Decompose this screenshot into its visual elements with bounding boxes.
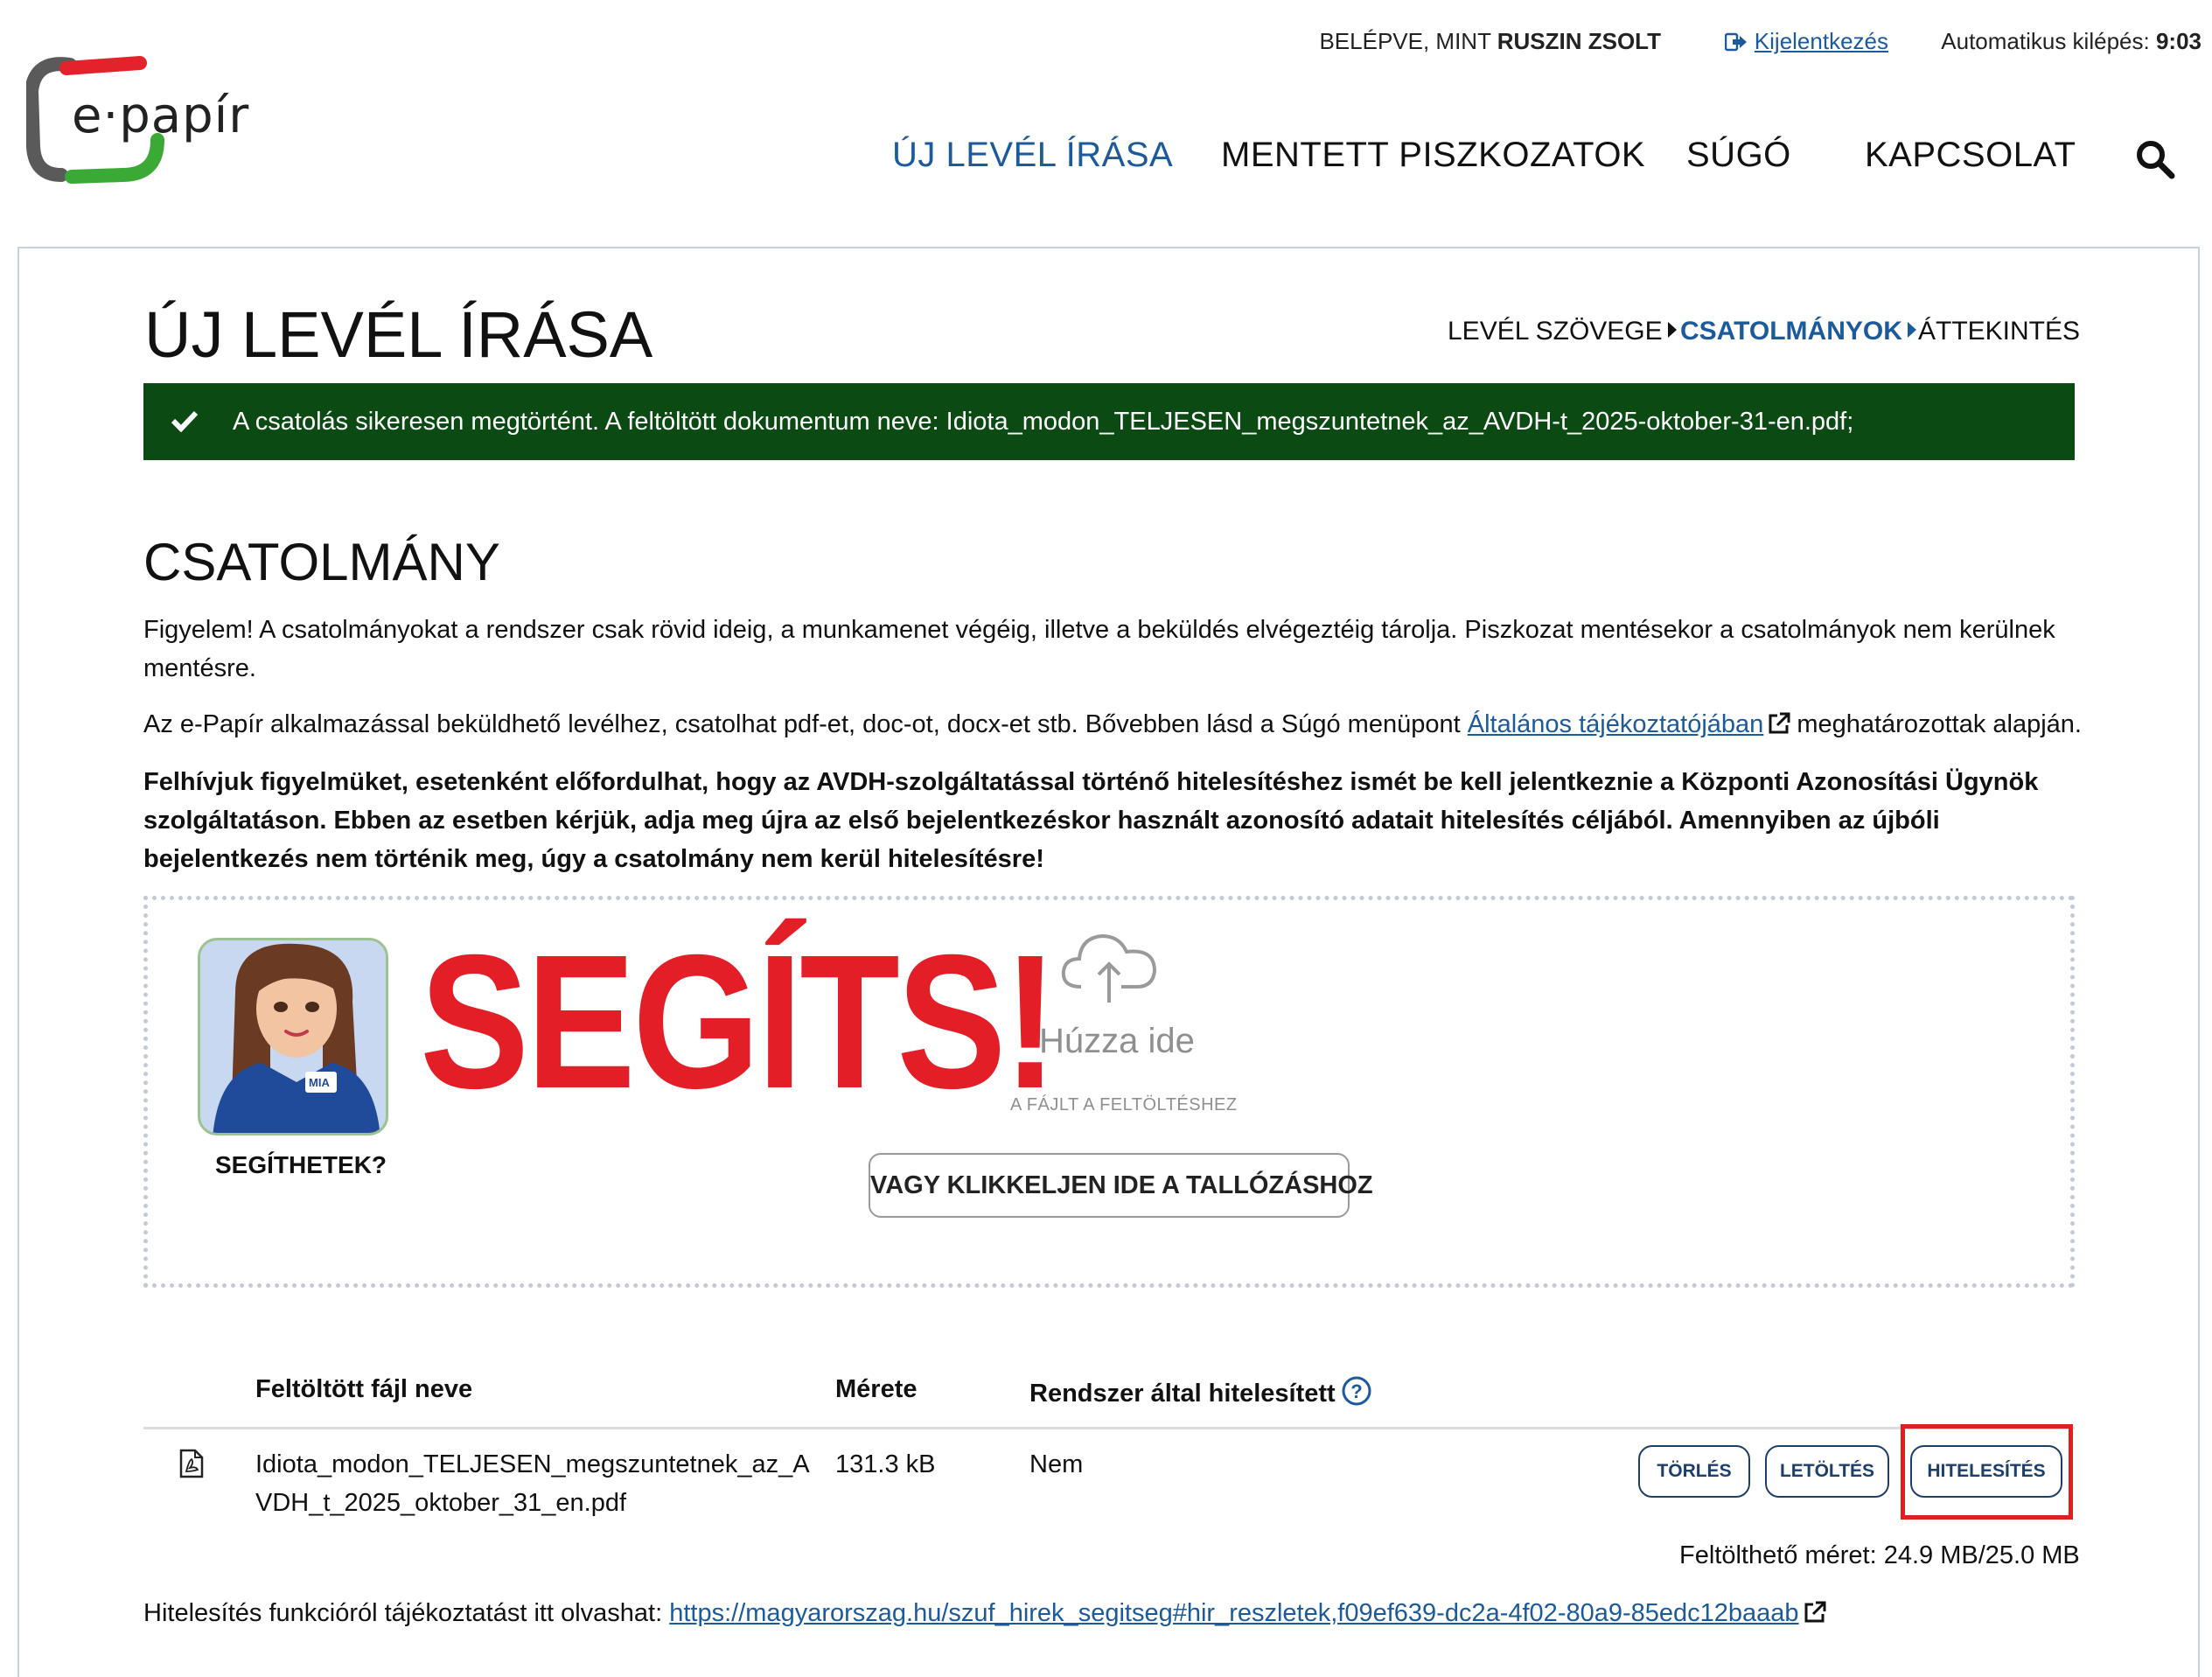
step-letter-text[interactable]: LEVÉL SZÖVEGE bbox=[1448, 317, 1677, 346]
auto-logout-timer: Automatikus kilépés: 9:03 bbox=[1941, 28, 2202, 55]
user-bar: BELÉPVE, MINT RUSZIN ZSOLT Kijelentkezés… bbox=[1162, 28, 2212, 63]
nav-saved-drafts[interactable]: MENTETT PISZKOZATOK bbox=[1221, 136, 1645, 175]
highlight-box bbox=[1901, 1424, 2073, 1520]
step-attachments[interactable]: CSATOLMÁNYOK bbox=[1680, 317, 1916, 346]
success-alert: A csatolás sikeresen megtörtént. A feltö… bbox=[143, 383, 2075, 460]
nav-help[interactable]: SÚGÓ bbox=[1686, 136, 1791, 175]
upload-size-value: 24.9 MB/25.0 MB bbox=[1883, 1541, 2080, 1569]
col-header-filename: Feltöltött fájl neve bbox=[255, 1375, 473, 1403]
success-alert-text: A csatolás sikeresen megtörtént. A feltö… bbox=[233, 408, 1854, 436]
step-arrow-icon bbox=[1907, 322, 1916, 338]
col-header-authenticated-label: Rendszer által hitelesített bbox=[1029, 1380, 1336, 1408]
help-icon[interactable]: ? bbox=[1341, 1375, 1372, 1407]
download-button[interactable]: LETÖLTÉS bbox=[1765, 1445, 1889, 1498]
col-header-authenticated: Rendszer által hitelesített? bbox=[1029, 1375, 1372, 1408]
section-title: CSATOLMÁNY bbox=[143, 533, 500, 591]
file-types-text-end: meghatározottak alapján. bbox=[1797, 710, 2082, 738]
file-types-text: Az e-Papír alkalmazással beküldhető levé… bbox=[143, 710, 1461, 738]
assistant-illustration: MIA bbox=[213, 943, 380, 1133]
nav-new-letter[interactable]: ÚJ LEVÉL ÍRÁSA bbox=[892, 136, 1173, 175]
file-authenticated: Nem bbox=[1029, 1450, 1084, 1478]
external-link-icon bbox=[1769, 712, 1790, 734]
epapir-logo[interactable]: e·papír bbox=[24, 52, 248, 192]
pdf-file-icon bbox=[179, 1449, 204, 1478]
badge-text: MIA bbox=[309, 1076, 330, 1089]
check-icon bbox=[171, 410, 198, 432]
auto-logout-label: Automatikus kilépés: bbox=[1941, 28, 2150, 54]
delete-button[interactable]: TÖRLÉS bbox=[1638, 1445, 1750, 1498]
general-info-link[interactable]: Általános tájékoztatójában bbox=[1468, 710, 1764, 738]
nav-contact[interactable]: KAPCSOLAT bbox=[1865, 136, 2076, 175]
logout-label[interactable]: Kijelentkezés bbox=[1755, 28, 1888, 54]
logged-in-prefix: BELÉPVE, MINT bbox=[1319, 28, 1491, 54]
file-name: Idiota_modon_TELJESEN_megszuntetnek_az_A… bbox=[255, 1450, 810, 1517]
logout-link[interactable]: Kijelentkezés bbox=[1724, 28, 1888, 55]
browse-button[interactable]: VAGY KLIKKELJEN IDE A TALLÓZÁSHOZ bbox=[869, 1153, 1373, 1218]
page-title: ÚJ LEVÉL ÍRÁSA bbox=[144, 298, 653, 371]
assistant-avatar: MIA bbox=[198, 938, 388, 1135]
drop-title: Húzza ide bbox=[1039, 1022, 1195, 1060]
auth-info-link[interactable]: https://magyarorszag.hu/szuf_hirek_segit… bbox=[669, 1599, 1798, 1627]
col-header-size: Mérete bbox=[835, 1375, 918, 1403]
auto-logout-value: 9:03 bbox=[2155, 28, 2202, 54]
file-size: 131.3 kB bbox=[835, 1450, 936, 1478]
file-types-notice: Az e-Papír alkalmazással beküldhető levé… bbox=[143, 705, 2085, 744]
search-icon[interactable] bbox=[2134, 138, 2176, 180]
external-link-icon bbox=[1804, 1601, 1826, 1623]
avdh-warning: Felhívjuk figyelmüket, esetenként előfor… bbox=[143, 768, 2039, 873]
svg-text:?: ? bbox=[1350, 1380, 1362, 1402]
logged-in-user: RUSZIN ZSOLT bbox=[1497, 28, 1661, 54]
cloud-upload-icon bbox=[1061, 933, 1157, 1003]
step-attachments-label: CSATOLMÁNYOK bbox=[1680, 317, 1902, 346]
storage-notice: Figyelem! A csatolmányokat a rendszer cs… bbox=[143, 616, 2055, 682]
upload-size-info: Feltölthető méret: 24.9 MB/25.0 MB bbox=[1679, 1541, 2080, 1570]
table-divider bbox=[143, 1427, 2075, 1429]
slogan: SEGÍTS! bbox=[420, 916, 1057, 1128]
auth-info-line: Hitelesítés funkcióról tájékoztatást itt… bbox=[143, 1599, 1832, 1628]
logged-in-info: BELÉPVE, MINT RUSZIN ZSOLT bbox=[1319, 28, 1661, 55]
step-review[interactable]: ÁTTEKINTÉS bbox=[1918, 317, 2080, 346]
auth-info-label: Hitelesítés funkcióról tájékoztatást itt… bbox=[143, 1599, 663, 1627]
assistant-caption: SEGÍTHETEK? bbox=[215, 1151, 387, 1178]
step-letter-text-label: LEVÉL SZÖVEGE bbox=[1448, 317, 1663, 346]
logo-text: e·papír bbox=[72, 87, 250, 144]
upload-size-label: Feltölthető méret: bbox=[1679, 1541, 1877, 1569]
logout-icon bbox=[1724, 32, 1747, 52]
step-arrow-icon bbox=[1667, 322, 1677, 338]
